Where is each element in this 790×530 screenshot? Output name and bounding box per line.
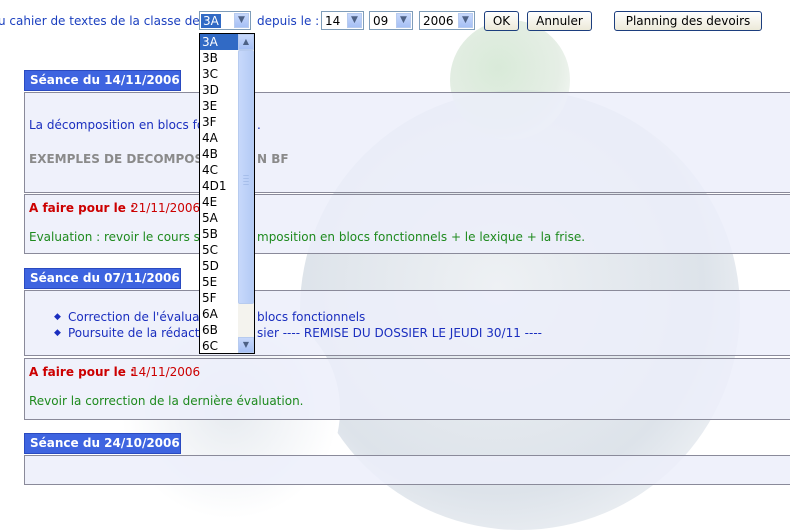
class-select-value: 3A — [201, 14, 221, 28]
dropdown-option[interactable]: 4C — [200, 162, 239, 178]
day-select-value: 14 — [325, 14, 341, 28]
todo-date: 14/11/2006 — [131, 365, 201, 379]
dropdown-option[interactable]: 4E — [200, 194, 239, 210]
session-content: ◆ Correction de l'évaluati blocs fonctio… — [24, 290, 790, 356]
session-line-tail: . — [257, 118, 261, 132]
month-select[interactable]: 09 ▼ — [369, 11, 413, 30]
planning-button[interactable]: Planning des devoirs — [614, 11, 762, 31]
bullet-icon: ◆ — [54, 312, 61, 322]
dropdown-option[interactable]: 3E — [200, 98, 239, 114]
dropdown-option[interactable]: 3C — [200, 66, 239, 82]
todo-box: A faire pour le : 14/11/2006 Revoir la c… — [24, 358, 790, 420]
dropdown-option[interactable]: 3A — [200, 34, 239, 50]
list-item: Correction de l'évaluati — [68, 310, 208, 324]
grip-icon: — — — — — [243, 172, 249, 188]
cancel-button[interactable]: Annuler — [527, 11, 592, 31]
chevron-down-icon[interactable]: ▼ — [396, 13, 411, 28]
scroll-up-icon[interactable]: ▲ — [238, 34, 254, 50]
year-select[interactable]: 2006 ▼ — [419, 11, 475, 30]
chevron-down-icon[interactable]: ▼ — [234, 13, 249, 28]
class-dropdown-list[interactable]: 3A 3B 3C 3D 3E 3F 4A 4B 4C 4D1 4E 5A 5B 5C 5D 5E 5F 6A 6B 6… — [199, 33, 255, 354]
scroll-down-icon[interactable]: ▼ — [238, 337, 254, 353]
todo-text: Revoir la correction de la dernière éval… — [29, 394, 304, 408]
list-item-tail: blocs fonctionnels — [257, 310, 366, 324]
dropdown-option[interactable]: 5F — [200, 290, 239, 306]
session-content — [24, 455, 790, 485]
since-label: depuis le : — [257, 14, 320, 28]
bullet-icon: ◆ — [54, 328, 61, 338]
dropdown-option[interactable]: 6C — [200, 338, 239, 354]
todo-text: Evaluation : revoir le cours su — [29, 230, 208, 244]
dropdown-option[interactable]: 4A — [200, 130, 239, 146]
dropdown-option[interactable]: 6A — [200, 306, 239, 322]
session-header: Séance du 14/11/2006 — [24, 70, 181, 91]
month-select-value: 09 — [373, 14, 389, 28]
session-header: Séance du 07/11/2006 — [24, 268, 181, 289]
day-select[interactable]: 14 ▼ — [321, 11, 364, 30]
dropdown-option[interactable]: 3D — [200, 82, 239, 98]
year-select-value: 2006 — [423, 14, 454, 28]
chevron-down-icon[interactable]: ▼ — [458, 13, 473, 28]
scrollbar[interactable]: ▲ — — — — ▼ — [238, 34, 254, 353]
dropdown-option[interactable]: 3B — [200, 50, 239, 66]
scrollbar-thumb[interactable]: — — — — — [238, 50, 254, 304]
dropdown-option[interactable]: 4B — [200, 146, 239, 162]
session-content: La décomposition en blocs fo . EXEMPLES … — [24, 92, 790, 193]
dropdown-option[interactable]: 5C — [200, 242, 239, 258]
session-line: La décomposition en blocs fo — [29, 118, 205, 132]
list-item-tail: sier ---- REMISE DU DOSSIER LE JEUDI 30/… — [257, 326, 543, 340]
dropdown-option[interactable]: 6B — [200, 322, 239, 338]
dropdown-option[interactable]: 3F — [200, 114, 239, 130]
todo-date: 21/11/2006 — [131, 201, 201, 215]
dropdown-options: 3A 3B 3C 3D 3E 3F 4A 4B 4C 4D1 4E 5A 5B 5C 5D 5E 5F 6A 6B 6… — [200, 34, 239, 354]
dropdown-option[interactable]: 5A — [200, 210, 239, 226]
todo-text-tail: mposition en blocs fonctionnels + le lex… — [257, 230, 586, 244]
chevron-down-icon[interactable]: ▼ — [347, 13, 362, 28]
session-line: EXEMPLES DE DECOMPOS — [29, 152, 204, 166]
class-intro-label: u cahier de textes de la classe de — [0, 14, 200, 28]
dropdown-option[interactable]: 4D1 — [200, 178, 239, 194]
class-select[interactable]: 3A ▼ — [199, 11, 251, 30]
toolbar: u cahier de textes de la classe de 3A ▼ … — [0, 0, 790, 40]
session-header: Séance du 24/10/2006 — [24, 433, 181, 454]
session-line-tail: N BF — [257, 152, 289, 166]
ok-button[interactable]: OK — [484, 11, 519, 31]
list-item: Poursuite de la rédacti — [68, 326, 203, 340]
todo-label: A faire pour le : — [29, 365, 135, 379]
dropdown-option[interactable]: 5D — [200, 258, 239, 274]
todo-label: A faire pour le : — [29, 201, 135, 215]
todo-box: A faire pour le : 21/11/2006 Evaluation … — [24, 194, 790, 254]
dropdown-option[interactable]: 5B — [200, 226, 239, 242]
dropdown-option[interactable]: 5E — [200, 274, 239, 290]
